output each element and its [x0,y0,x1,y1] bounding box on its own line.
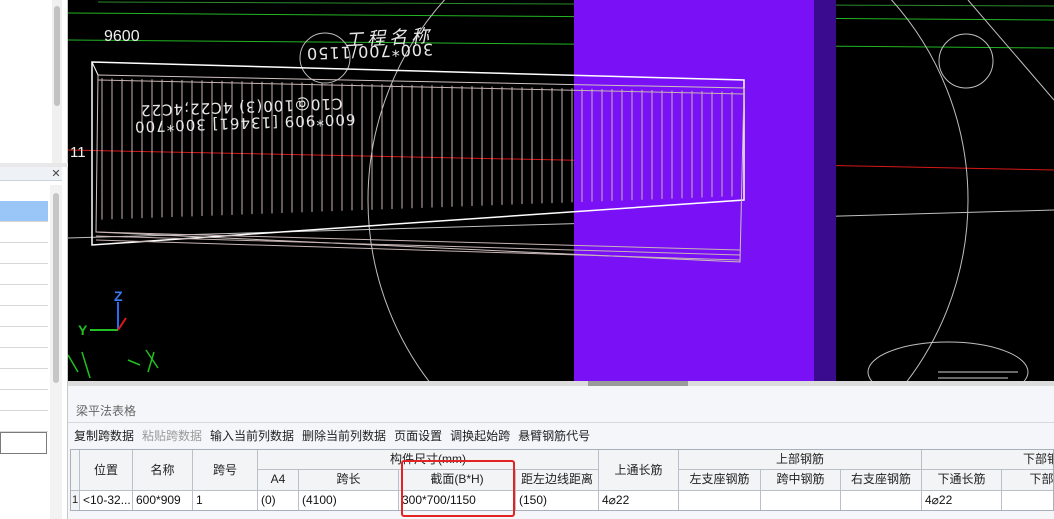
col-header-size-group: 构件尺寸(mm) [258,450,599,470]
list-item[interactable] [0,327,48,348]
list-item[interactable] [0,348,48,369]
input-column-data-button[interactable]: 输入当前列数据 [210,427,294,445]
col-header-offset[interactable]: 距左边线距离 [516,470,599,491]
col-header-top-through[interactable]: 上通长筋 [599,450,679,491]
green-sketch-marks [68,349,159,379]
col-header-a4[interactable]: A4 [258,470,299,491]
paste-span-data-button[interactable]: 粘贴跨数据 [142,427,202,445]
col-header-section[interactable]: 截面(B*H) [399,470,516,491]
beam-table-panel: 梁平法表格 复制跨数据 粘贴跨数据 输入当前列数据 删除当前列数据 页面设置 调… [68,386,1054,519]
col-header-bottom-group: 下部钢筋 [922,450,1053,470]
scrollbar-thumb[interactable] [53,193,59,383]
cell-span-no[interactable]: 1 [193,491,258,510]
cantilever-rebar-code-button[interactable]: 悬臂钢筋代号 [518,427,590,445]
col-header-mid-span[interactable]: 跨中钢筋 [761,470,841,491]
swap-start-span-button[interactable]: 调换起始跨 [450,427,510,445]
left-top-scrollbar[interactable] [52,0,62,163]
cell-bottom-through[interactable]: 4⌀22 [922,491,1002,510]
cell-span-length[interactable]: (4100) [299,491,399,510]
copy-span-data-button[interactable]: 复制跨数据 [74,427,134,445]
list-item[interactable] [0,369,48,390]
cell-left-seat[interactable] [679,491,761,510]
col-header-bottom-next[interactable]: 下部 [1002,470,1053,491]
col-header-right-seat[interactable]: 右支座钢筋 [841,470,922,491]
col-header-name[interactable]: 名称 [133,450,193,491]
col-header-left-seat[interactable]: 左支座钢筋 [679,470,761,491]
cell-bottom-next[interactable] [1002,491,1053,510]
grid-line [68,209,1054,239]
left-tree-area [0,0,60,163]
x-axis-line [117,317,127,331]
green-axis-line [68,39,1054,49]
list-item[interactable] [0,243,48,264]
axis-bubble [938,33,994,89]
list-item[interactable] [0,285,48,306]
cell-offset[interactable]: (150) [516,491,599,510]
list-item[interactable] [0,411,48,432]
grid-label-11: 11 [70,144,86,161]
close-icon[interactable]: ✕ [50,167,62,181]
delete-column-data-button[interactable]: 删除当前列数据 [302,427,386,445]
row-number-header [71,450,80,491]
left-dock-panel: ✕ [0,0,68,519]
list-item[interactable] [0,222,48,243]
grid-line [967,0,1054,101]
axis-z-label: Z [114,288,123,304]
cell-name[interactable]: 600*909 [133,491,193,510]
cell-right-seat[interactable] [841,491,922,510]
page-setup-button[interactable]: 页面设置 [394,427,442,445]
left-list-scrollbar[interactable] [50,185,62,519]
cell-top-through[interactable]: 4⌀22 [599,491,679,510]
axis-y-label: Y [78,322,88,338]
col-header-span-no[interactable]: 跨号 [193,450,258,491]
col-header-span-length[interactable]: 跨长 [299,470,399,491]
red-axis-line [68,149,1054,171]
cell-section[interactable]: 300*700/1150 [399,491,516,510]
purple-column-side [814,0,836,383]
left-input-field[interactable] [0,432,47,454]
beam-table: 位置 名称 跨号 构件尺寸(mm) 上通长筋 上部钢筋 下部钢筋 A4 跨长 截… [70,449,1054,511]
cell-position[interactable]: <10-32... [80,491,133,510]
axis-bubble [867,341,1029,383]
table-toolbar: 复制跨数据 粘贴跨数据 输入当前列数据 删除当前列数据 页面设置 调换起始跨 悬… [74,427,590,445]
list-item[interactable] [0,306,48,327]
3d-viewport[interactable]: 9600 11 工程名称 300*700/1150 C10@100(3) 4C2… [68,0,1054,383]
cell-a4[interactable]: (0) [258,491,299,510]
list-item[interactable] [0,390,48,411]
cell-mid-span[interactable] [761,491,841,510]
col-header-top-group: 上部钢筋 [679,450,922,470]
green-axis-line [68,12,1054,21]
list-item[interactable] [0,264,48,285]
row-number[interactable]: 1 [71,491,80,510]
list-item[interactable] [0,201,48,222]
col-header-bottom-through[interactable]: 下通长筋 [922,470,1002,491]
scrollbar-thumb[interactable] [54,6,60,106]
purple-column[interactable] [574,0,814,383]
panel-title: 梁平法表格 [76,404,137,418]
grid-label-9600: 9600 [104,28,140,45]
col-header-position[interactable]: 位置 [80,450,133,491]
